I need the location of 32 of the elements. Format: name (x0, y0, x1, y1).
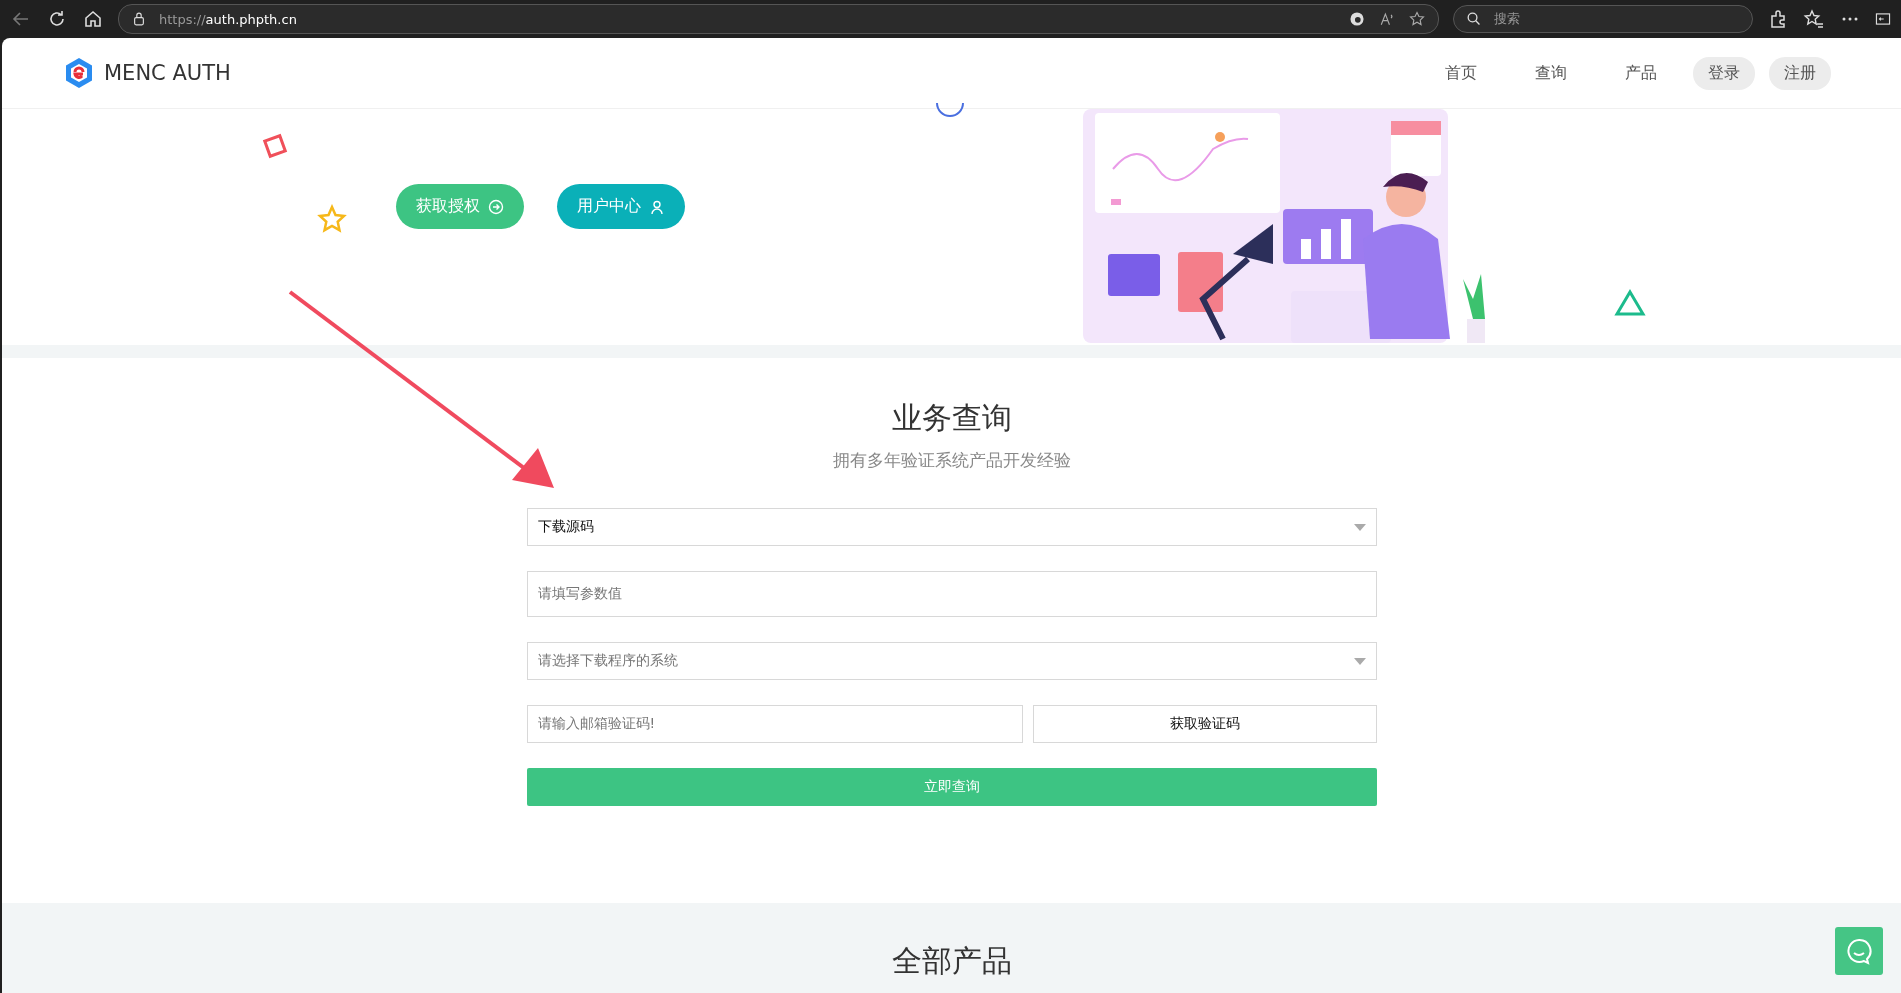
logo-icon (64, 57, 94, 89)
home-icon[interactable] (82, 8, 104, 30)
input-field[interactable]: 请输入邮箱验证码! (526, 705, 1023, 743)
edge-icon[interactable] (1348, 10, 1366, 28)
user-icon (649, 198, 665, 215)
select-field[interactable]: 下载源码 (526, 508, 1377, 546)
search-field[interactable]: 搜索 (1453, 5, 1753, 33)
section-title: 全部产品 (891, 942, 1012, 980)
nav-button[interactable]: 注册 (1769, 56, 1831, 90)
lock-icon (131, 11, 147, 27)
triangle-icon (1614, 289, 1646, 317)
section-subtitle: 拥有多年验证系统产品开发经验 (832, 449, 1071, 472)
section-title: 业务查询 (891, 399, 1012, 437)
diamond-icon (260, 131, 290, 161)
caret-icon (1353, 658, 1366, 665)
favorites-icon[interactable] (1803, 8, 1825, 30)
caret-icon (1353, 524, 1366, 531)
chat-bubble-icon (1845, 937, 1873, 965)
star-icon[interactable] (1408, 10, 1426, 28)
logo-text: MENC AUTH (104, 61, 231, 85)
read-aloud-icon[interactable] (1378, 10, 1396, 28)
get-code-button[interactable]: 获取验证码 (1032, 705, 1377, 743)
search-icon (1466, 11, 1482, 27)
nav-link[interactable]: 产品 (1603, 62, 1679, 84)
url-text: https://auth.phpth.cn (159, 11, 298, 27)
input-field[interactable]: 请填写参数值 (526, 571, 1377, 617)
arrow-circle-icon (488, 198, 504, 215)
nav-link[interactable]: 首页 (1423, 62, 1499, 84)
nav-link[interactable]: 查询 (1513, 62, 1589, 84)
address-bar[interactable]: https://auth.phpth.cn (118, 4, 1439, 34)
nav-button[interactable]: 登录 (1693, 56, 1755, 90)
select-field[interactable]: 请选择下载程序的系统 (526, 642, 1377, 680)
